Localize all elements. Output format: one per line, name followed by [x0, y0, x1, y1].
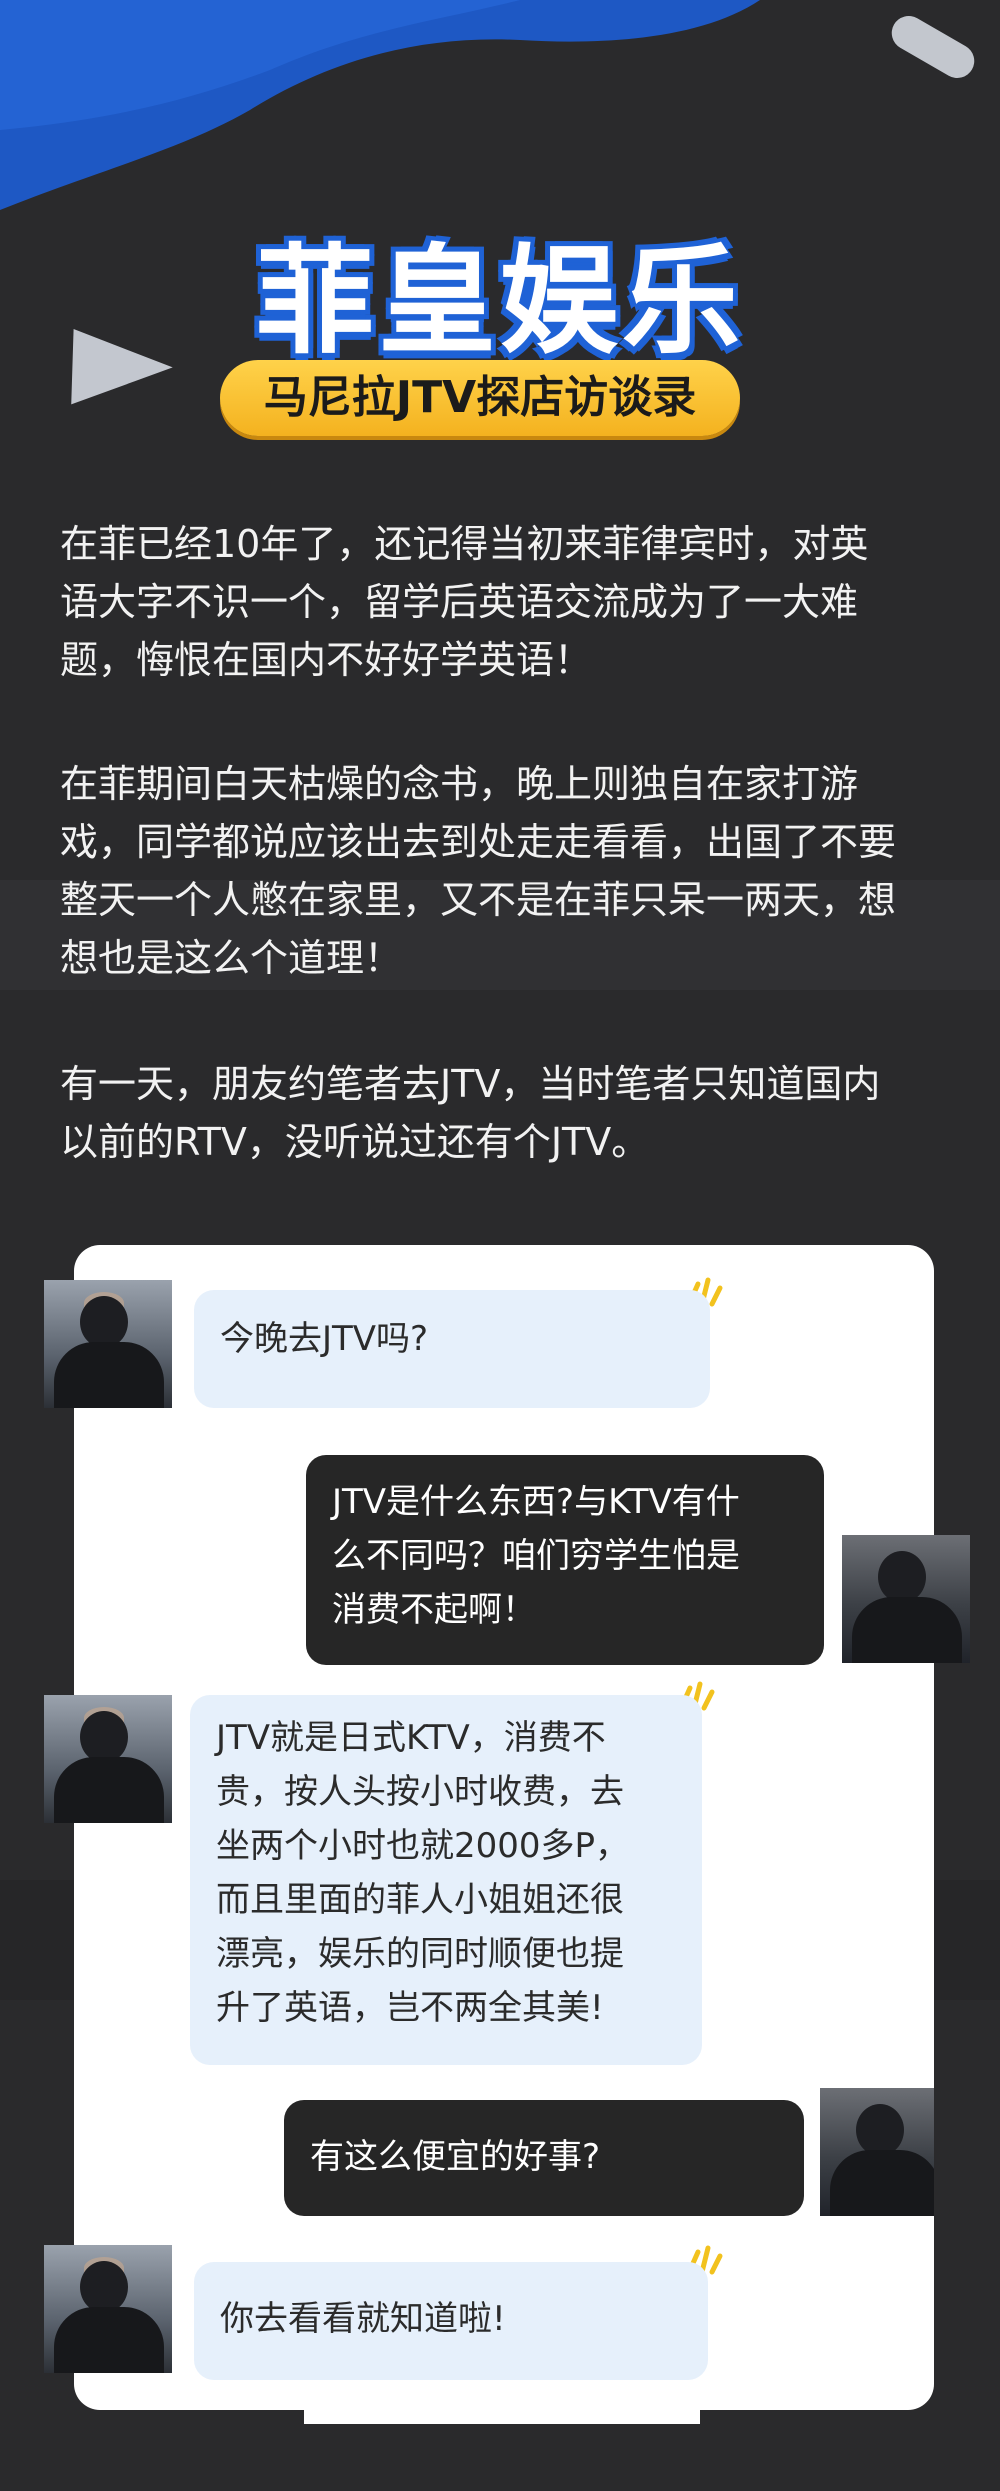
- avatar: [44, 1280, 172, 1408]
- bubble-line: 坐两个小时也就2000多P，: [216, 1826, 630, 1866]
- chat-bubble-left: 今晚去JTV吗?: [194, 1290, 710, 1408]
- bubble-line: JTV是什么东西?与KTV有什: [332, 1482, 740, 1522]
- avatar: [820, 2088, 934, 2216]
- bubble-line: 漂亮，娱乐的同时顺便也提: [216, 1934, 624, 1974]
- bubble-line: 有这么便宜的好事?: [310, 2137, 601, 2177]
- paragraph-line: 以前的RTV，没听说过还有个JTV。: [60, 1120, 650, 1164]
- paragraph-line: 在菲已经10年了，还记得当初来菲律宾时，对英: [60, 522, 869, 566]
- avatar: [44, 1695, 172, 1823]
- chat-bubble-right: 有这么便宜的好事?: [284, 2100, 804, 2216]
- paragraph-line: 在菲期间白天枯燥的念书，晚上则独自在家打游: [60, 762, 859, 806]
- paragraph-line: 题，悔恨在国内不好好学英语！: [60, 638, 593, 682]
- bubble-line: 消费不起啊！: [332, 1590, 536, 1630]
- paragraph-line: 想也是这么个道理！: [60, 936, 403, 980]
- bubble-line: 升了英语，岂不两全其美!: [216, 1988, 604, 2028]
- paragraph-line: 戏，同学都说应该出去到处走走看看，出国了不要: [60, 820, 897, 864]
- paragraph-line: 有一天，朋友约笔者去JTV，当时笔者只知道国内: [60, 1062, 881, 1106]
- bubble-line: 今晚去JTV吗?: [220, 1319, 429, 1359]
- paragraph: 有一天，朋友约笔者去JTV，当时笔者只知道国内 以前的RTV，没听说过还有个JT…: [60, 1055, 950, 1171]
- bubble-line: JTV就是日式KTV，消费不: [216, 1718, 606, 1758]
- paragraph-line: 整天一个人憋在家里，又不是在菲只呆一两天，想: [60, 878, 897, 922]
- paragraph: 在菲期间白天枯燥的念书，晚上则独自在家打游 戏，同学都说应该出去到处走走看看，出…: [60, 755, 950, 987]
- chat-bubble-left: 你去看看就知道啦!: [194, 2262, 708, 2380]
- chat-card-tab: [304, 2380, 700, 2424]
- avatar: [842, 1535, 970, 1663]
- paragraph-line: 语大字不识一个，留学后英语交流成为了一大难: [60, 580, 859, 624]
- bubble-line: 么不同吗？咱们穷学生怕是: [332, 1536, 740, 1576]
- bubble-line: 你去看看就知道啦!: [220, 2299, 506, 2339]
- chat-bubble-right: JTV是什么东西?与KTV有什 么不同吗？咱们穷学生怕是 消费不起啊！: [306, 1455, 824, 1665]
- subtitle-pill: 马尼拉JTV探店访谈录: [220, 360, 740, 436]
- avatar: [44, 2245, 172, 2373]
- bubble-line: 贵，按人头按小时收费，去: [216, 1772, 624, 1812]
- bubble-line: 而且里面的菲人小姐姐还很: [216, 1880, 624, 1920]
- paragraph: 在菲已经10年了，还记得当初来菲律宾时，对英 语大字不识一个，留学后英语交流成为…: [60, 515, 950, 689]
- chat-bubble-left: JTV就是日式KTV，消费不 贵，按人头按小时收费，去 坐两个小时也就2000多…: [190, 1695, 702, 2065]
- page-title: 菲皇娱乐: [255, 232, 744, 370]
